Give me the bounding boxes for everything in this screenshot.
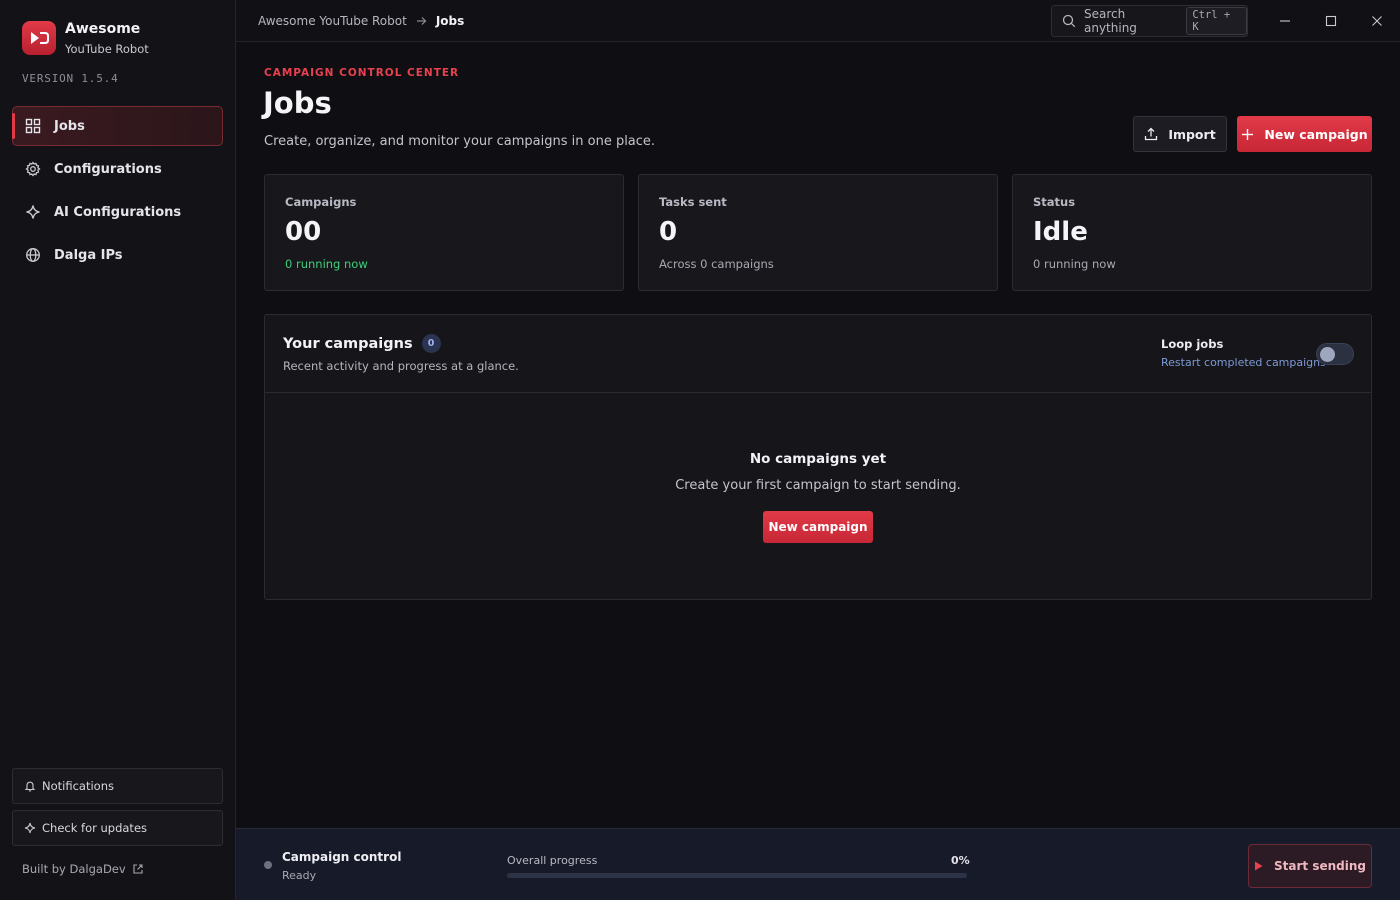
loop-jobs-label: Loop jobs xyxy=(1161,337,1224,351)
breadcrumb-root[interactable]: Awesome YouTube Robot xyxy=(258,14,407,28)
play-icon xyxy=(1254,861,1263,871)
stat-value: 00 xyxy=(285,217,322,247)
stat-note: Across 0 campaigns xyxy=(659,257,774,271)
empty-new-campaign-button[interactable]: New campaign xyxy=(763,511,873,543)
breadcrumb: Awesome YouTube Robot Jobs xyxy=(258,14,464,28)
campaign-control-bar: Campaign control Ready Overall progress … xyxy=(236,828,1400,900)
globe-icon xyxy=(25,247,41,263)
close-icon[interactable] xyxy=(1368,12,1386,30)
campaigns-title: Your campaigns xyxy=(283,335,413,352)
sidebar-item-label: Dalga IPs xyxy=(54,247,123,263)
campaigns-count-badge: 0 xyxy=(421,334,441,353)
app-logo-icon xyxy=(22,21,56,55)
built-by-link[interactable]: Built by DalgaDev xyxy=(22,862,144,876)
sparkle-icon xyxy=(24,822,36,834)
loop-jobs-description: Restart completed campaigns xyxy=(1161,356,1326,369)
campaigns-panel: Your campaigns 0 Recent activity and pro… xyxy=(264,314,1372,600)
empty-state-title: No campaigns yet xyxy=(749,451,887,467)
page-subtitle: Create, organize, and monitor your campa… xyxy=(264,134,656,149)
arrow-right-icon xyxy=(416,16,427,26)
built-by-label: Built by DalgaDev xyxy=(22,862,126,876)
start-sending-button[interactable]: Start sending xyxy=(1248,844,1372,888)
progress-value: 0% xyxy=(951,854,970,867)
search-placeholder: Search anything xyxy=(1084,7,1137,35)
brand: Awesome YouTube Robot xyxy=(22,20,149,58)
minimize-icon[interactable] xyxy=(1276,12,1294,30)
new-campaign-button[interactable]: New campaign xyxy=(1237,116,1372,152)
page-title: Jobs xyxy=(263,86,332,120)
sidebar-item-label: AI Configurations xyxy=(54,204,182,220)
sidebar-item-label: Jobs xyxy=(54,118,85,134)
campaigns-title-row: Your campaigns 0 xyxy=(283,334,441,353)
page-eyebrow: CAMPAIGN CONTROL CENTER xyxy=(264,67,460,79)
campaigns-subtitle: Recent activity and progress at a glance… xyxy=(283,359,519,373)
version-label: VERSION 1.5.4 xyxy=(22,72,119,85)
stat-note: 0 running now xyxy=(1033,257,1116,271)
sparkle-icon xyxy=(25,204,41,220)
app-name: Awesome xyxy=(65,21,141,37)
maximize-icon[interactable] xyxy=(1322,12,1340,30)
grid-icon xyxy=(25,118,41,134)
stat-card-tasks-sent: Tasks sent 0 Across 0 campaigns xyxy=(638,174,998,291)
breadcrumb-current: Jobs xyxy=(435,14,465,28)
app-subname: YouTube Robot xyxy=(65,42,149,56)
loop-jobs-toggle[interactable] xyxy=(1316,343,1354,365)
search-icon xyxy=(1062,14,1076,28)
notifications-button[interactable]: Notifications xyxy=(12,768,223,804)
start-sending-label: Start sending xyxy=(1274,859,1366,873)
gear-icon xyxy=(25,161,41,177)
stat-note: 0 running now xyxy=(285,257,368,271)
external-link-icon xyxy=(132,863,144,875)
sidebar-item-dalga-ips[interactable]: Dalga IPs xyxy=(12,235,223,275)
stat-value: 0 xyxy=(659,217,678,247)
import-label: Import xyxy=(1168,126,1216,142)
campaign-control-title: Campaign control xyxy=(282,850,402,864)
new-campaign-label: New campaign xyxy=(1264,126,1368,142)
campaign-control-status: Ready xyxy=(282,869,317,882)
progress-bar xyxy=(507,873,967,878)
sidebar-item-ai-configurations[interactable]: AI Configurations xyxy=(12,192,223,232)
upload-icon xyxy=(1144,127,1158,141)
check-updates-button[interactable]: Check for updates xyxy=(12,810,223,846)
stat-card-status: Status Idle 0 running now xyxy=(1012,174,1372,291)
campaigns-panel-header: Your campaigns 0 Recent activity and pro… xyxy=(265,315,1371,393)
empty-state-subtitle: Create your first campaign to start send… xyxy=(675,478,961,493)
sidebar-item-label: Configurations xyxy=(54,161,162,177)
stat-label: Campaigns xyxy=(285,195,357,209)
check-updates-label: Check for updates xyxy=(42,821,148,835)
search-input[interactable]: Search anything Ctrl + K xyxy=(1051,5,1248,37)
sidebar-item-configurations[interactable]: Configurations xyxy=(12,149,223,189)
sidebar-nav: Jobs Configurations AI Configurations Da… xyxy=(12,106,223,278)
status-dot xyxy=(264,861,272,869)
bell-icon xyxy=(24,780,36,792)
toggle-knob xyxy=(1320,347,1335,362)
notifications-label: Notifications xyxy=(42,779,114,793)
sidebar-item-jobs[interactable]: Jobs xyxy=(12,106,223,146)
stat-card-campaigns: Campaigns 00 0 running now xyxy=(264,174,624,291)
stat-label: Tasks sent xyxy=(659,195,727,209)
import-button[interactable]: Import xyxy=(1133,116,1227,152)
topbar: Awesome YouTube Robot Jobs Search anythi… xyxy=(236,0,1400,42)
stat-value: Idle xyxy=(1033,217,1088,247)
stat-label: Status xyxy=(1033,195,1076,209)
progress-label: Overall progress xyxy=(507,854,598,867)
sidebar: Awesome YouTube Robot VERSION 1.5.4 Jobs… xyxy=(0,0,236,900)
search-shortcut: Ctrl + K xyxy=(1186,7,1247,35)
main-content: CAMPAIGN CONTROL CENTER Jobs Create, org… xyxy=(236,42,1400,828)
plus-icon xyxy=(1241,128,1254,141)
